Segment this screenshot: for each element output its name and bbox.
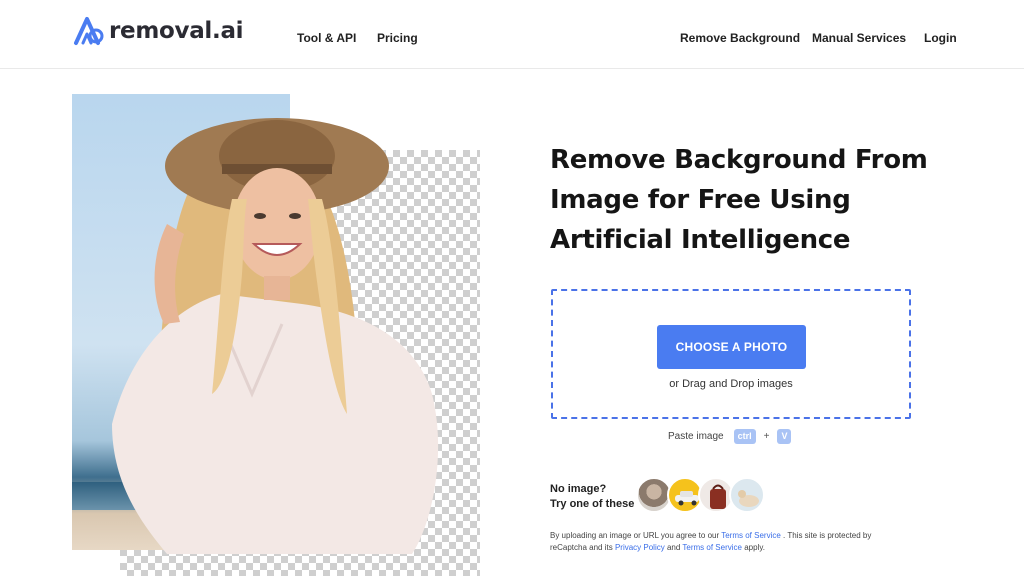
terms-of-service-link-2[interactable]: Terms of Service <box>682 543 742 552</box>
sample-prompt: No image? Try one of these <box>550 482 634 512</box>
nav-pricing[interactable]: Pricing <box>377 31 418 45</box>
paste-hint: Paste image ctrl + V <box>668 428 792 444</box>
paste-label: Paste image <box>668 430 724 442</box>
ctrl-key-badge: ctrl <box>733 428 756 444</box>
sample-prompt-line2: Try one of these <box>550 498 635 510</box>
headline-line: Remove Background From <box>550 145 928 175</box>
nav-manual-services[interactable]: Manual Services <box>812 31 906 45</box>
legal-text: and <box>666 543 681 552</box>
drag-drop-hint: or Drag and Drop images <box>669 378 793 390</box>
privacy-policy-link[interactable]: Privacy Policy <box>615 543 665 552</box>
sample-animal-thumbnail[interactable] <box>729 477 765 513</box>
terms-of-service-link[interactable]: Terms of Service <box>721 531 781 540</box>
site-header: removal.ai Tool & API Pricing Remove Bac… <box>0 0 1024 69</box>
headline-line: Artificial Intelligence <box>550 225 851 255</box>
animal-icon <box>738 490 759 507</box>
legal-notice: By uploading an image or URL you agree t… <box>550 530 900 554</box>
logo-text: removal.ai <box>109 18 244 44</box>
page-title: Remove Background From Image for Free Us… <box>550 140 950 260</box>
nav-login[interactable]: Login <box>924 31 957 45</box>
nav-tool-api[interactable]: Tool & API <box>297 31 356 45</box>
woman-cutout-illustration <box>112 118 439 554</box>
sample-prompt-line1: No image? <box>550 483 607 495</box>
choose-photo-button[interactable]: CHOOSE A PHOTO <box>657 325 806 369</box>
legal-text: apply. <box>744 543 765 552</box>
legal-text: By uploading an image or URL you agree t… <box>550 531 720 540</box>
logo[interactable]: removal.ai <box>72 14 244 48</box>
hero-image <box>72 94 482 578</box>
nav-remove-background[interactable]: Remove Background <box>680 31 800 45</box>
headline-line: Image for Free Using <box>550 185 851 215</box>
v-key-badge: V <box>777 428 792 444</box>
upload-dropzone[interactable]: CHOOSE A PHOTO or Drag and Drop images <box>551 289 911 419</box>
plus-sign: + <box>763 430 770 442</box>
sample-thumbnails <box>636 477 765 513</box>
removal-logo-icon <box>74 17 104 45</box>
